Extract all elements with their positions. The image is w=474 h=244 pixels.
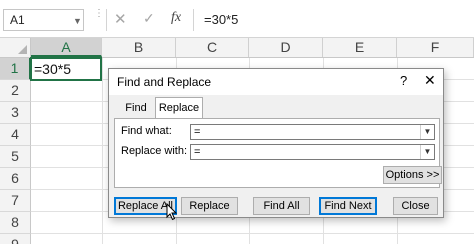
row-header-5[interactable]: 5: [0, 146, 31, 168]
find-next-button[interactable]: Find Next: [319, 197, 377, 215]
find-what-label: Find what:: [121, 125, 172, 137]
row-header-2[interactable]: 2: [0, 80, 31, 102]
dialog-title: Find and Replace: [117, 75, 212, 89]
chevron-down-icon[interactable]: ▼: [420, 145, 434, 159]
cancel-icon[interactable]: ✕: [114, 10, 127, 28]
help-icon[interactable]: ?: [400, 73, 407, 88]
formula-text: =30*5: [204, 12, 239, 27]
row-header-1[interactable]: 1: [0, 58, 31, 80]
find-what-input[interactable]: = ▼: [190, 124, 435, 140]
row-header-3[interactable]: 3: [0, 102, 31, 124]
column-header-d[interactable]: D: [249, 38, 323, 57]
column-header-row: A B C D E F: [0, 38, 474, 58]
replace-button[interactable]: Replace: [181, 197, 238, 215]
column-header-c[interactable]: C: [176, 38, 249, 57]
resize-handle-icon[interactable]: ⋮: [94, 9, 104, 19]
row-header-8[interactable]: 8: [0, 212, 31, 234]
cell-a1[interactable]: =30*5: [30, 57, 102, 81]
cell-a1-value: =30*5: [34, 61, 71, 77]
find-what-value: =: [194, 126, 201, 138]
formula-bar: A1 ▼ ⋮ ✕ ✓ fx =30*5: [0, 0, 474, 38]
tab-replace[interactable]: Replace: [155, 97, 203, 119]
row-header-9[interactable]: 9: [0, 234, 31, 244]
name-box[interactable]: A1 ▼: [3, 9, 84, 31]
row-header-4[interactable]: 4: [0, 124, 31, 146]
column-header-a[interactable]: A: [31, 38, 102, 57]
grid-line: [102, 58, 103, 244]
formula-input[interactable]: =30*5: [193, 9, 474, 31]
options-button[interactable]: Options >>: [383, 166, 442, 184]
name-box-value: A1: [10, 13, 25, 27]
find-all-button[interactable]: Find All: [253, 197, 310, 215]
chevron-down-icon[interactable]: ▼: [420, 125, 434, 139]
dialog-title-bar[interactable]: Find and Replace ? ✕: [109, 69, 443, 95]
chevron-down-icon[interactable]: ▼: [73, 16, 82, 26]
row-header-7[interactable]: 7: [0, 190, 31, 212]
replace-with-label: Replace with:: [121, 145, 188, 157]
close-icon[interactable]: ✕: [424, 72, 436, 89]
select-all-button[interactable]: [0, 38, 31, 57]
column-header-b[interactable]: B: [102, 38, 176, 57]
insert-function-icon[interactable]: fx: [171, 10, 181, 26]
mouse-cursor-icon: [166, 203, 178, 221]
column-header-e[interactable]: E: [323, 38, 397, 57]
replace-with-value: =: [194, 146, 201, 158]
enter-icon[interactable]: ✓: [143, 10, 155, 27]
tab-find[interactable]: Find: [119, 99, 153, 118]
divider: [106, 9, 107, 31]
replace-with-input[interactable]: = ▼: [190, 144, 435, 160]
close-button[interactable]: Close: [393, 197, 438, 215]
column-header-f[interactable]: F: [397, 38, 474, 57]
find-replace-dialog: Find and Replace ? ✕ Find Replace Find w…: [108, 68, 444, 218]
replace-tab-panel: Find what: = ▼ Replace with: = ▼ Options…: [114, 118, 442, 188]
row-header-6[interactable]: 6: [0, 168, 31, 190]
